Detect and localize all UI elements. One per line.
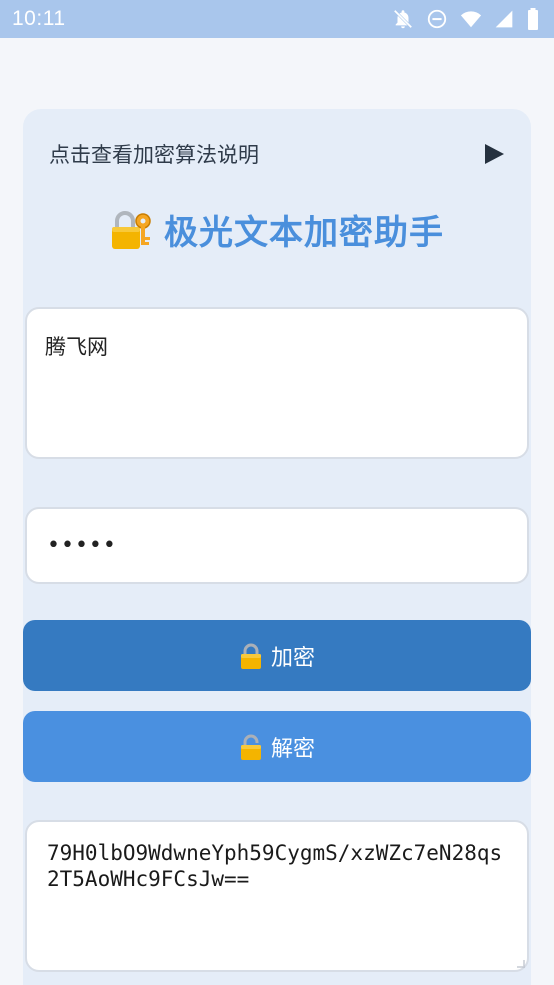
decrypt-button-label: 解密 <box>270 736 315 762</box>
ciphertext-value: 79H0lbO9WdwneYph59CygmS/xzWZc7eN28qs2T5A… <box>47 841 503 891</box>
status-time: 10:11 <box>12 7 66 30</box>
algorithm-info-toggle[interactable]: 点击查看加密算法说明 <box>49 141 505 167</box>
plaintext-input[interactable]: 腾飞网 <box>25 307 529 459</box>
decrypt-button[interactable]: 解密 <box>23 711 531 782</box>
password-input[interactable]: ••••• <box>25 507 529 584</box>
lock-with-key-icon <box>112 210 151 249</box>
play-triangle-icon[interactable] <box>483 143 505 165</box>
title-row: 极光文本加密助手 <box>23 205 531 254</box>
bell-off-icon <box>393 9 413 29</box>
algorithm-info-text: 点击查看加密算法说明 <box>49 143 259 167</box>
signal-icon <box>495 10 513 28</box>
status-bar: 10:11 <box>0 0 554 38</box>
unlocked-icon <box>240 734 261 760</box>
app-title: 极光文本加密助手 <box>164 213 444 253</box>
encrypt-button[interactable]: 加密 <box>23 620 531 691</box>
status-icons <box>392 8 540 30</box>
resize-grip[interactable] <box>517 960 525 968</box>
wifi-icon <box>460 11 482 28</box>
do-not-disturb-icon <box>427 9 447 29</box>
ciphertext-output[interactable]: 79H0lbO9WdwneYph59CygmS/xzWZc7eN28qs2T5A… <box>25 820 529 972</box>
lock-icon <box>240 643 261 669</box>
encrypt-button-label: 加密 <box>270 645 315 671</box>
main-card: 点击查看加密算法说明 极光文本加密助手 腾飞网 ••••• 加密 解密 79H0… <box>23 109 531 985</box>
battery-icon <box>528 8 538 30</box>
